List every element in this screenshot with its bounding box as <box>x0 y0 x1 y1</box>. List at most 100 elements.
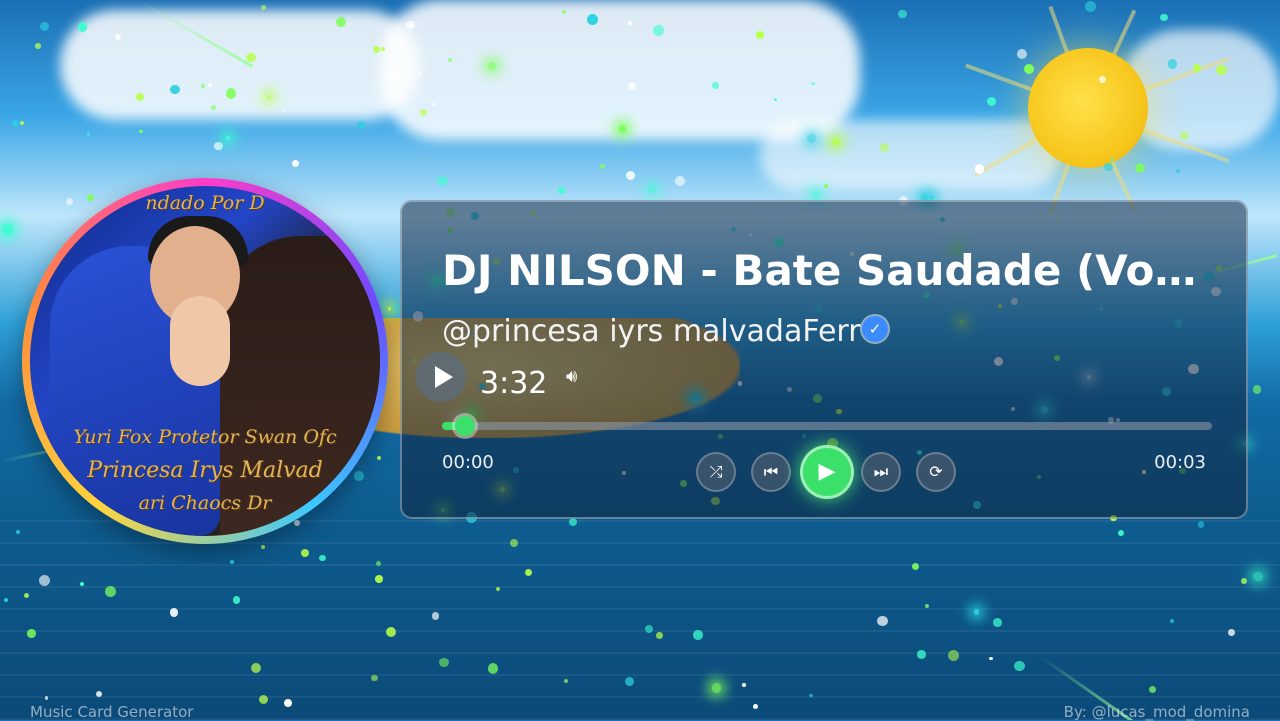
sparkle-dot <box>170 84 180 95</box>
sparkle-dot <box>24 592 30 598</box>
sparkle-dot <box>169 608 179 617</box>
sparkle-dot <box>1216 64 1227 75</box>
sparkle-dot <box>628 20 633 25</box>
sparkle-dot <box>292 160 299 168</box>
track-artist: @princesa iyrs malvadaFerr <box>442 314 861 349</box>
sparkle-dot <box>510 538 519 547</box>
sparkle-dot <box>229 559 234 564</box>
sparkle-dot <box>618 125 627 133</box>
sparkle-dot <box>431 102 435 106</box>
progress-bar[interactable] <box>442 416 1212 436</box>
progress-handle[interactable] <box>455 416 476 436</box>
repeat-icon: ⟳ <box>929 462 943 481</box>
footer-credit: By: @lucas_mod_domina <box>1063 703 1250 721</box>
sparkle-dot <box>993 618 1002 627</box>
sparkle-dot <box>370 674 378 682</box>
sparkle-dot <box>267 95 272 99</box>
sparkle-dot <box>1197 520 1205 528</box>
mini-play-button[interactable] <box>416 352 466 402</box>
sparkle-dot <box>674 176 685 187</box>
sparkle-dot <box>487 61 496 70</box>
sparkle-dot <box>628 82 636 90</box>
verified-badge-icon: ✓ <box>862 316 888 342</box>
current-time: 00:00 <box>442 452 494 473</box>
sparkle-dot <box>416 72 421 77</box>
sparkle-dot <box>752 703 758 709</box>
sparkle-dot <box>973 609 979 615</box>
play-icon <box>435 366 453 388</box>
cloud <box>380 0 860 140</box>
sparkle-dot <box>207 82 212 87</box>
footer-generator-label: Music Card Generator <box>30 703 194 721</box>
album-overlay-text: ari Chaocs Dr <box>138 492 272 514</box>
album-art: ndado Por D Yuri Fox Protetor Swan Ofc P… <box>30 186 380 536</box>
sparkle-dot <box>246 52 256 63</box>
sparkle-dot <box>3 597 9 602</box>
sparkle-dot <box>564 678 569 683</box>
sparkle-dot <box>987 96 997 106</box>
sparkle-dot <box>200 84 205 89</box>
skip-next-icon: ⏭︎ <box>873 462 889 481</box>
end-time: 00:03 <box>1154 452 1206 473</box>
sparkle-dot <box>1180 131 1189 140</box>
shuffle-icon: ⤮ <box>709 462 723 481</box>
sparkle-dot <box>877 615 888 627</box>
track-duration: 3:32 <box>480 366 548 401</box>
sparkle-dot <box>301 548 310 557</box>
sparkle-dot <box>495 586 500 591</box>
sparkle-dot <box>561 9 566 14</box>
sparkle-dot <box>1252 385 1262 394</box>
sparkle-dot <box>1176 169 1180 174</box>
album-overlay-text: Princesa Irys Malvad <box>87 458 323 483</box>
sparkle-dot <box>78 22 88 32</box>
sparkle-dot <box>586 14 598 25</box>
sparkle-dot <box>1099 76 1107 83</box>
album-figure <box>220 236 380 536</box>
sparkle-dot <box>39 21 50 32</box>
play-button[interactable]: ▶︎ <box>800 445 854 499</box>
sparkle-dot <box>45 696 49 700</box>
sparkle-dot <box>929 195 933 200</box>
sparkle-dot <box>20 121 25 126</box>
repeat-button[interactable]: ⟳ <box>916 452 956 492</box>
track-title: DJ NILSON - Bate Saudade (Vou C... <box>442 246 1202 295</box>
sparkle-dot <box>1134 162 1146 174</box>
sparkle-dot <box>656 632 663 640</box>
sparkle-dot <box>439 658 449 668</box>
sparkle-dot <box>375 561 381 567</box>
sparkle-dot <box>917 650 926 659</box>
play-icon: ▶︎ <box>818 459 836 484</box>
album-overlay-text: Yuri Fox Protetor Swan Ofc <box>73 426 337 448</box>
album-overlay-text: ndado Por D <box>145 192 265 214</box>
skip-previous-icon: ⏮︎ <box>763 462 779 481</box>
sparkle-dot <box>232 596 241 604</box>
shuffle-button[interactable]: ⤮ <box>696 452 736 492</box>
sparkle-dot <box>648 185 655 192</box>
sparkle-dot <box>1160 13 1168 22</box>
next-button[interactable]: ⏭︎ <box>861 452 901 492</box>
sparkle-dot <box>742 682 747 687</box>
cloud <box>760 120 1060 190</box>
sparkle-dot <box>1167 59 1177 69</box>
sparkle-dot <box>898 9 907 18</box>
sparkle-dot <box>811 190 821 199</box>
sparkle-dot <box>394 305 399 310</box>
sparkle-dot <box>226 135 231 140</box>
sparkle-dot <box>1085 1 1097 13</box>
music-card: DJ NILSON - Bate Saudade (Vou C... @prin… <box>400 200 1248 519</box>
volume-icon[interactable]: 🔊︎ <box>566 366 577 387</box>
sparkle-dot <box>831 137 840 146</box>
album-figure <box>170 296 230 386</box>
sparkle-dot <box>447 58 452 62</box>
sparkle-dot <box>437 176 448 187</box>
sparkle-dot <box>626 170 636 180</box>
sparkle-dot <box>653 24 664 36</box>
sparkle-dot <box>1117 530 1124 536</box>
sparkle-dot <box>372 45 380 53</box>
previous-button[interactable]: ⏮︎ <box>751 452 791 492</box>
sparkle-dot <box>381 47 386 51</box>
sparkle-dot <box>974 164 985 174</box>
sun <box>1028 48 1148 168</box>
sparkle-dot <box>1104 163 1113 172</box>
sparkle-dot <box>599 163 606 170</box>
